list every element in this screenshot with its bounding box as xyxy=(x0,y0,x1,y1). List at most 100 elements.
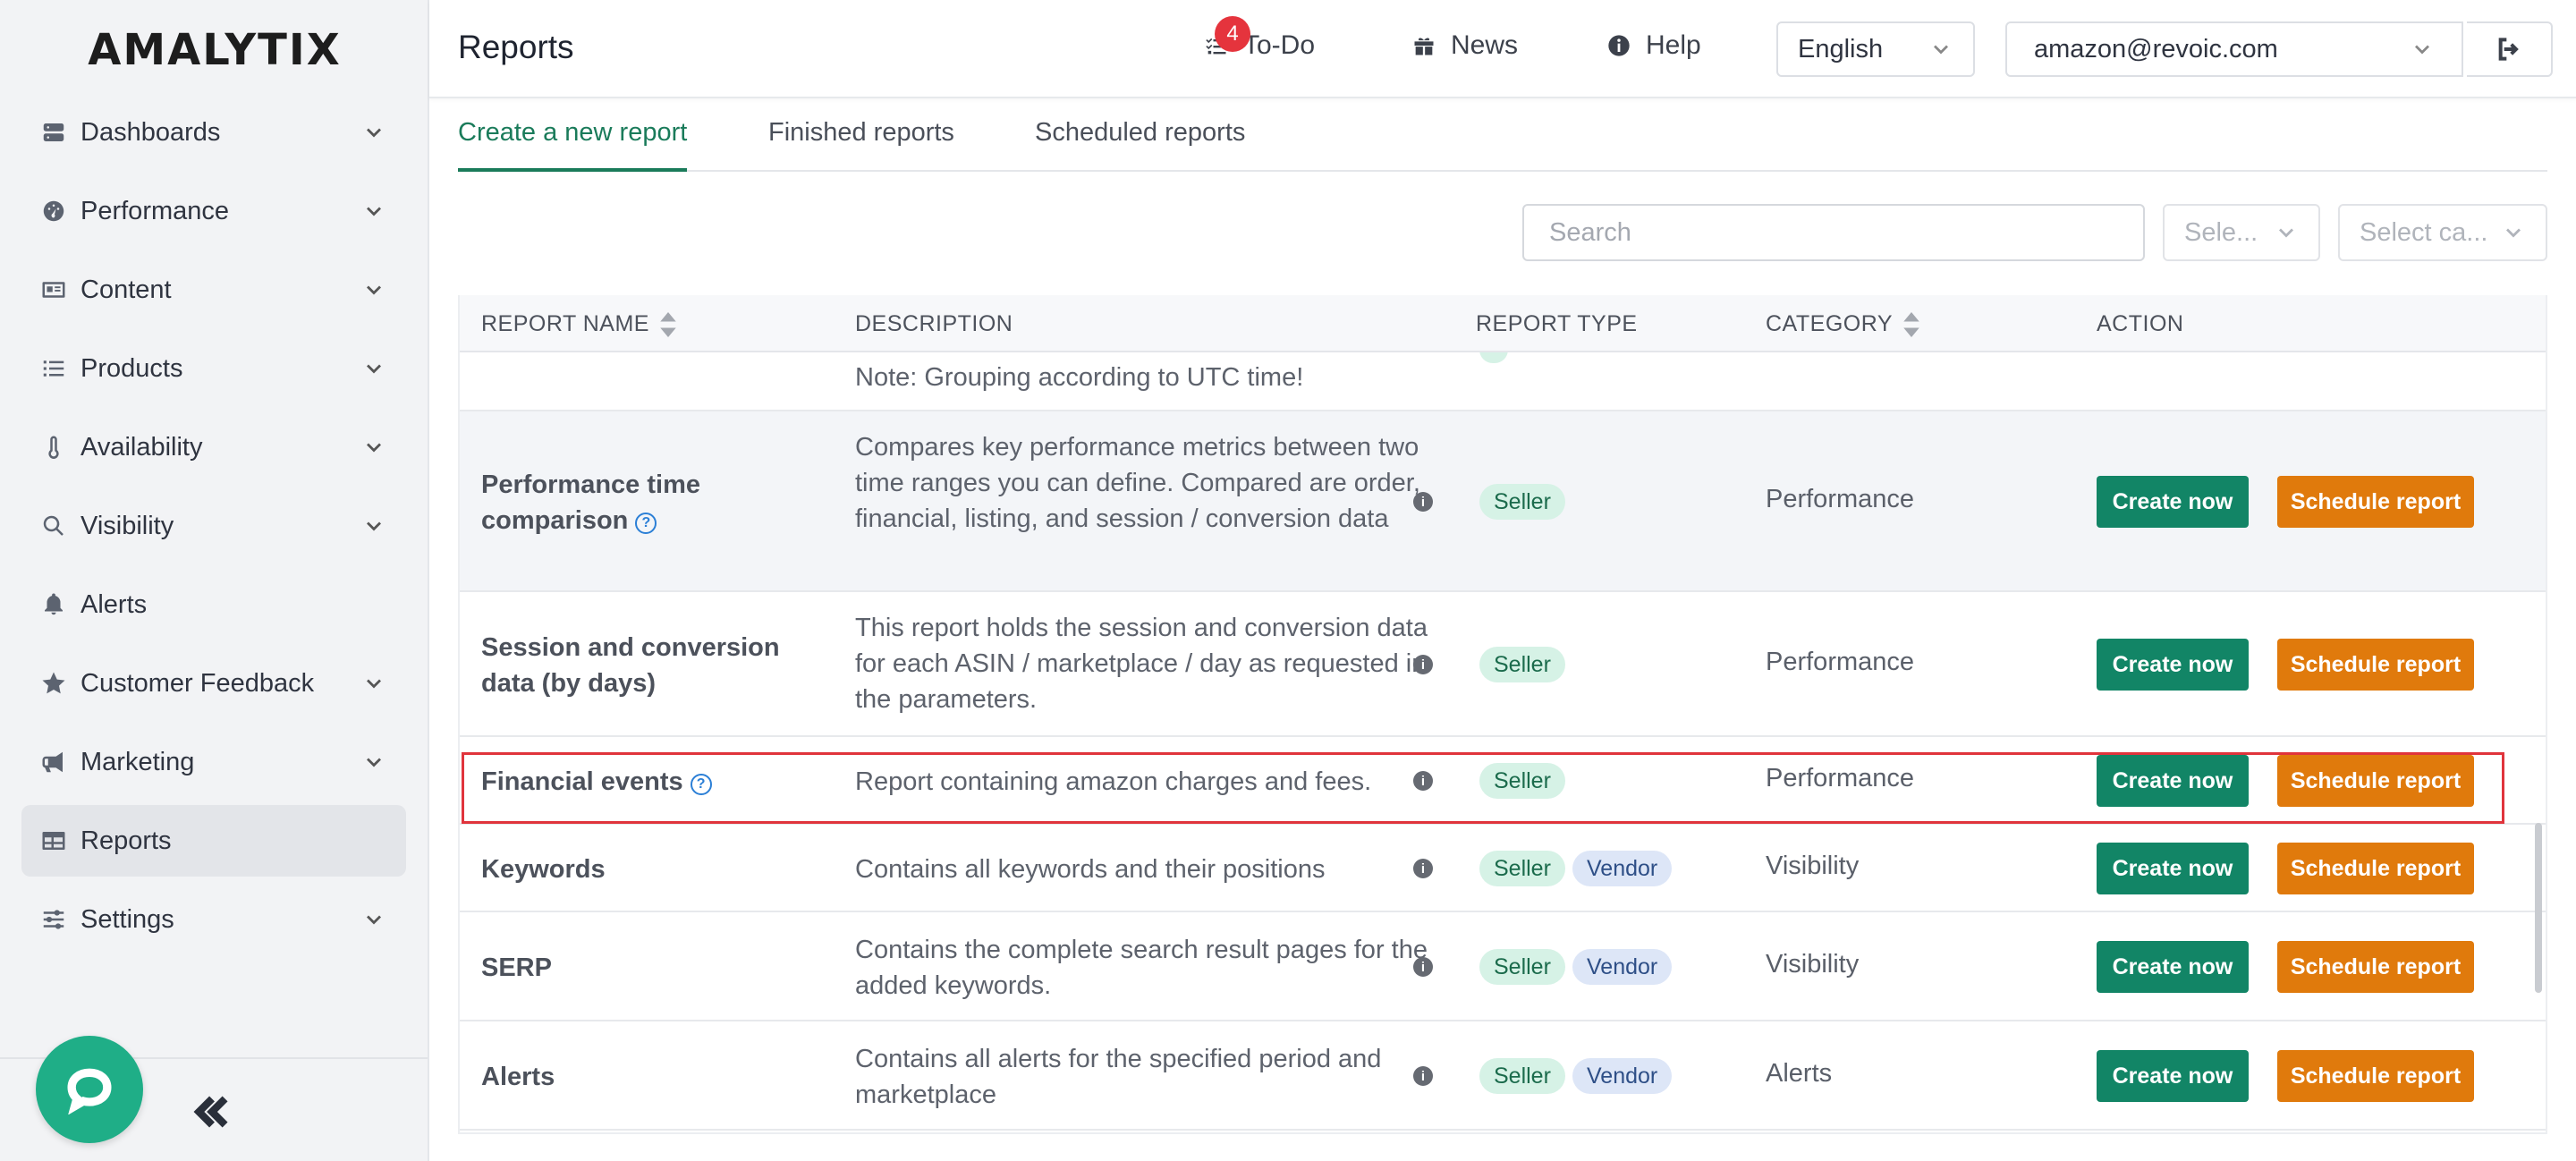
app-logo[interactable]: AMALYTIX xyxy=(0,25,429,75)
info-icon[interactable]: i xyxy=(1413,957,1433,977)
row-category: Visibility xyxy=(1766,852,1860,880)
chevron-down-icon xyxy=(361,435,386,460)
column-header-description: DESCRIPTION xyxy=(855,311,1013,336)
thermometer-icon xyxy=(39,433,68,462)
todo-link[interactable]: 4 To-Do xyxy=(1204,16,1315,61)
gauge-icon xyxy=(39,197,68,225)
column-header-report-name[interactable]: REPORT NAME xyxy=(481,311,676,337)
row-description: Note: Grouping according to UTC time! xyxy=(855,363,1304,392)
sign-out-icon xyxy=(2498,38,2519,61)
tab-scheduled-reports[interactable]: Scheduled reports xyxy=(1035,118,1245,172)
sidebar-item-reports[interactable]: Reports xyxy=(21,805,406,877)
chevron-down-icon xyxy=(361,750,386,775)
category-select[interactable]: Select ca... xyxy=(2338,204,2547,261)
row-description: This report holds the session and conver… xyxy=(855,614,1428,714)
sidebar-item-visibility[interactable]: Visibility xyxy=(21,490,406,562)
chevron-down-icon xyxy=(361,120,386,145)
type-pill-seller: Seller xyxy=(1479,851,1565,886)
help-label: Help xyxy=(1646,30,1701,60)
report-name-text: Performance time comparison xyxy=(481,470,700,535)
help-circle-icon[interactable]: ? xyxy=(635,513,657,534)
sidebar-item-content[interactable]: Content xyxy=(21,254,406,326)
account-select[interactable]: amazon@revoic.com xyxy=(2005,21,2463,77)
sidebar-item-label: Settings xyxy=(80,904,174,934)
schedule-report-button[interactable]: Schedule report xyxy=(2277,941,2474,993)
sidebar-item-availability[interactable]: Availability xyxy=(21,411,406,483)
language-value: English xyxy=(1798,34,1884,64)
sidebar-item-alerts[interactable]: Alerts xyxy=(21,569,406,640)
chat-button[interactable] xyxy=(36,1036,143,1143)
sidebar-item-label: Products xyxy=(80,353,183,383)
sidebar-item-performance[interactable]: Performance xyxy=(21,175,406,247)
sidebar-item-label: Performance xyxy=(80,196,230,225)
schedule-report-button[interactable]: Schedule report xyxy=(2277,843,2474,894)
report-type-select[interactable]: Sele... xyxy=(2163,204,2320,261)
sidebar-item-settings[interactable]: Settings xyxy=(21,884,406,955)
list-icon xyxy=(39,354,68,383)
sidebar-item-label: Marketing xyxy=(80,747,195,776)
sidebar-item-marketing[interactable]: Marketing xyxy=(21,726,406,798)
report-name[interactable]: Performance time comparison? xyxy=(481,467,803,538)
language-select[interactable]: English xyxy=(1776,21,1975,77)
create-now-button[interactable]: Create now xyxy=(2097,941,2249,993)
row-description: Contains all keywords and their position… xyxy=(855,855,1326,884)
search-input[interactable]: Search xyxy=(1522,204,2145,261)
news-link[interactable]: News xyxy=(1411,30,1518,61)
type-pill-vendor: Vendor xyxy=(1572,1058,1673,1094)
megaphone-icon xyxy=(39,748,68,776)
column-label: REPORT NAME xyxy=(481,311,649,336)
report-name[interactable]: SERP xyxy=(481,950,803,986)
table-scrollbar[interactable] xyxy=(2535,823,2542,993)
sliders-icon xyxy=(39,905,68,934)
row-category: Performance xyxy=(1766,648,1915,676)
id-card-icon xyxy=(39,275,68,304)
row-category: Visibility xyxy=(1766,950,1860,979)
sidebar-item-label: Reports xyxy=(80,826,172,855)
sidebar-item-products[interactable]: Products xyxy=(21,333,406,404)
info-icon[interactable]: i xyxy=(1413,492,1433,512)
tab-finished-reports[interactable]: Finished reports xyxy=(768,118,954,172)
sidebar-item-label: Visibility xyxy=(80,511,174,540)
help-link[interactable]: Help xyxy=(1606,30,1701,61)
create-now-button[interactable]: Create now xyxy=(2097,639,2249,691)
table-icon xyxy=(39,826,68,855)
report-name[interactable]: Alerts xyxy=(481,1059,803,1095)
chevron-down-icon xyxy=(361,356,386,381)
create-now-button[interactable]: Create now xyxy=(2097,476,2249,528)
sidebar-item-label: Customer Feedback xyxy=(80,668,315,698)
chevron-down-icon xyxy=(2501,220,2526,245)
schedule-report-button[interactable]: Schedule report xyxy=(2277,1050,2474,1102)
chevron-down-icon xyxy=(2410,37,2435,62)
report-name[interactable]: Keywords xyxy=(481,852,803,887)
collapse-sidebar-button[interactable] xyxy=(190,1089,234,1134)
info-icon[interactable]: i xyxy=(1413,859,1433,878)
info-icon[interactable]: i xyxy=(1413,1066,1433,1086)
info-icon[interactable]: i xyxy=(1413,655,1433,674)
chevron-down-icon xyxy=(361,199,386,224)
column-header-report-type: REPORT TYPE xyxy=(1476,311,1638,336)
table-row: Alerts Contains all alerts for the speci… xyxy=(460,1021,2546,1131)
account-value: amazon@revoic.com xyxy=(2034,34,2278,64)
search-icon xyxy=(39,512,68,540)
column-label: CATEGORY xyxy=(1766,311,1893,336)
create-now-button[interactable]: Create now xyxy=(2097,843,2249,894)
todo-count-badge: 4 xyxy=(1215,16,1250,52)
schedule-report-button[interactable]: Schedule report xyxy=(2277,639,2474,691)
schedule-report-button[interactable]: Schedule report xyxy=(2277,476,2474,528)
top-header: Reports 4 To-Do News Help English amazon… xyxy=(429,0,2576,98)
reports-table: REPORT NAME DESCRIPTION REPORT TYPE CATE… xyxy=(458,295,2547,1134)
create-now-button[interactable]: Create now xyxy=(2097,1050,2249,1102)
sidebar-item-customer-feedback[interactable]: Customer Feedback xyxy=(21,648,406,719)
sort-icon xyxy=(1903,311,1919,337)
sidebar-nav: Dashboards Performance Content Products … xyxy=(21,97,406,962)
column-header-category[interactable]: CATEGORY xyxy=(1766,311,1919,337)
tab-create-new-report[interactable]: Create a new report xyxy=(458,118,688,172)
star-icon xyxy=(39,669,68,698)
gift-icon xyxy=(1414,38,1434,55)
logout-button[interactable] xyxy=(2467,21,2553,77)
sidebar-item-dashboards[interactable]: Dashboards xyxy=(21,97,406,168)
row-category: Alerts xyxy=(1766,1059,1833,1088)
chevron-down-icon xyxy=(361,907,386,932)
report-name[interactable]: Session and conversion data (by days) xyxy=(481,630,803,701)
highlight-box xyxy=(462,752,2504,824)
